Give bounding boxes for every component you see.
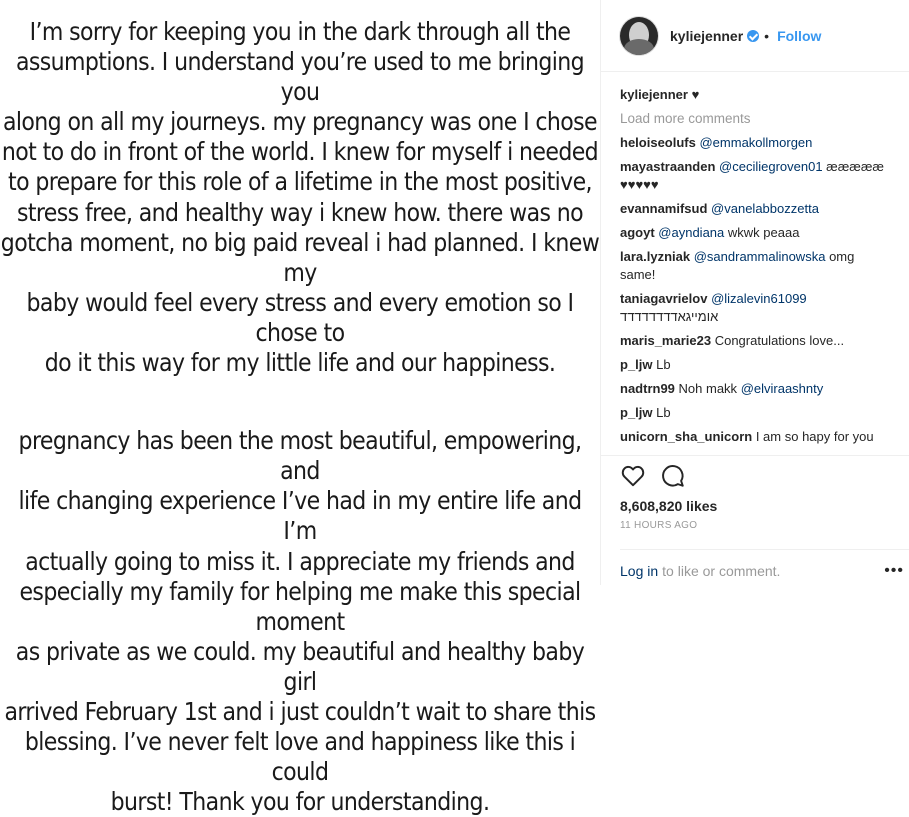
- comment-username[interactable]: p_ljw: [620, 357, 653, 372]
- comment-username[interactable]: agoyt: [620, 225, 655, 240]
- comment-username[interactable]: maris_marie23: [620, 333, 711, 348]
- comment-text: Lb: [656, 405, 671, 420]
- comment-icon[interactable]: [660, 463, 686, 489]
- comment: mayastraanden @ceciliegroven01 æææææ ♥♥♥…: [620, 158, 909, 194]
- comment-mention[interactable]: @sandrammalinowska: [694, 249, 826, 264]
- comment: nadtrn99 Noh makk @elviraashnty: [620, 380, 909, 398]
- login-prompt: Log in to like or comment. •••: [620, 549, 909, 580]
- comment-mention[interactable]: @emmakollmorgen: [699, 135, 812, 150]
- comment-text: Congratulations love...: [714, 333, 845, 348]
- post-text-paragraph-2: pregnancy has been the most beautiful, e…: [4, 426, 597, 817]
- caption-text: ♥: [691, 87, 700, 102]
- comment-text: אומייגאדדדדדדדד: [620, 309, 719, 324]
- heart-icon[interactable]: [620, 463, 646, 489]
- comment-text: I am so hapy for you: [755, 429, 874, 444]
- load-more-comments-button[interactable]: Load more comments: [620, 110, 909, 128]
- comment: heloiseolufs @emmakollmorgen: [620, 134, 909, 152]
- post-header: kyliejenner • Follow: [601, 0, 909, 72]
- comment-username[interactable]: taniagavrielov: [620, 291, 707, 306]
- comment-username[interactable]: evannamifsud: [620, 201, 707, 216]
- comment-text: wkwk peaaa: [727, 225, 800, 240]
- separator-dot: •: [764, 27, 770, 44]
- comment: taniagavrielov @lizalevin61099 אומייגאדד…: [620, 290, 909, 326]
- comment: agoyt @ayndiana wkwk peaaa: [620, 224, 909, 242]
- comment: maris_marie23 Congratulations love...: [620, 332, 909, 350]
- post-sidebar: kyliejenner • Follow kyliejenner ♥ Load …: [600, 0, 909, 585]
- comment-username[interactable]: lara.lyzniak: [620, 249, 690, 264]
- more-options-icon[interactable]: •••: [884, 562, 904, 580]
- comment: lara.lyzniak @sandrammalinowska omg same…: [620, 248, 909, 284]
- verified-badge-icon: [747, 29, 760, 42]
- post-text-paragraph-1: I’m sorry for keeping you in the dark th…: [0, 17, 600, 378]
- comment-text: Lb: [656, 357, 671, 372]
- comment: p_ljw Lb: [620, 356, 909, 374]
- comment-username[interactable]: mayastraanden: [620, 159, 715, 174]
- follow-button[interactable]: Follow: [777, 28, 821, 44]
- login-link[interactable]: Log in: [620, 563, 658, 579]
- caption-username[interactable]: kyliejenner: [620, 87, 688, 102]
- comment-mention[interactable]: @vanelabbozzetta: [711, 201, 819, 216]
- comment: p_ljw Lb: [620, 404, 909, 422]
- comment-mention[interactable]: @ayndiana: [658, 225, 724, 240]
- header-username[interactable]: kyliejenner: [670, 28, 743, 44]
- comment-username[interactable]: unicorn_sha_unicorn: [620, 429, 752, 444]
- login-prompt-text: to like or comment.: [662, 563, 781, 579]
- comment: evannamifsud @vanelabbozzetta: [620, 200, 909, 218]
- comment-username[interactable]: p_ljw: [620, 405, 653, 420]
- post-actions: 8,608,820 likes 11 HOURS AGO Log in to l…: [601, 455, 909, 580]
- avatar[interactable]: [620, 16, 658, 55]
- comments-list: kyliejenner ♥ Load more comments heloise…: [601, 72, 909, 446]
- post-image: I’m sorry for keeping you in the dark th…: [0, 0, 600, 816]
- comment: unicorn_sha_unicorn I am so hapy for you: [620, 428, 909, 446]
- comment-username[interactable]: heloiseolufs: [620, 135, 696, 150]
- comment-username[interactable]: nadtrn99: [620, 381, 675, 396]
- post-timestamp[interactable]: 11 HOURS AGO: [620, 520, 909, 531]
- comment-mention[interactable]: @elviraashnty: [741, 381, 824, 396]
- like-count[interactable]: 8,608,820 likes: [620, 498, 909, 514]
- comment-mention[interactable]: @ceciliegroven01: [719, 159, 823, 174]
- comment-mention[interactable]: @lizalevin61099: [711, 291, 807, 306]
- caption: kyliejenner ♥: [620, 86, 909, 104]
- action-icons: [620, 458, 909, 494]
- comment-text: Noh makk: [678, 381, 738, 396]
